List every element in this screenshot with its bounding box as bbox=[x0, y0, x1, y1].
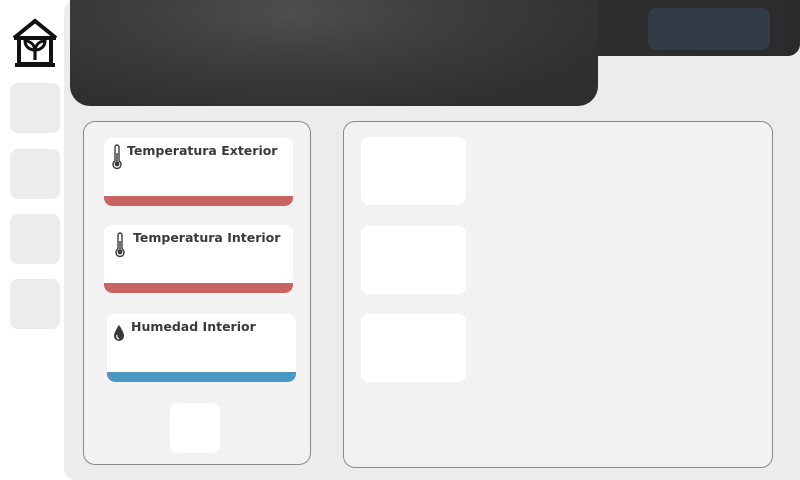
nav-button-4[interactable] bbox=[10, 279, 60, 329]
detail-tile-2[interactable] bbox=[361, 226, 466, 294]
nav-button-2[interactable] bbox=[10, 149, 60, 199]
greenhouse-plant-icon[interactable] bbox=[10, 18, 60, 70]
sensor-card-humedad-interior[interactable]: Humedad Interior bbox=[107, 314, 296, 382]
detail-tile-1[interactable] bbox=[361, 137, 466, 205]
header-action-button[interactable] bbox=[648, 8, 770, 50]
thermometer-icon bbox=[115, 232, 125, 258]
sensor-color-bar bbox=[104, 283, 293, 293]
nav-button-1[interactable] bbox=[10, 83, 60, 133]
sensor-title: Temperatura Interior bbox=[133, 230, 281, 245]
sensor-color-bar bbox=[104, 196, 293, 206]
thermometer-icon bbox=[112, 144, 122, 170]
sensor-title: Humedad Interior bbox=[131, 319, 256, 334]
nav-button-3[interactable] bbox=[10, 214, 60, 264]
add-sensor-button[interactable] bbox=[170, 403, 220, 453]
droplet-icon bbox=[114, 325, 124, 341]
sensor-color-bar bbox=[107, 372, 296, 382]
detail-tile-3[interactable] bbox=[361, 314, 466, 382]
header-banner bbox=[70, 0, 598, 106]
sensor-card-temperatura-exterior[interactable]: Temperatura Exterior bbox=[104, 138, 293, 206]
sensor-title: Temperatura Exterior bbox=[127, 143, 278, 158]
sensor-card-temperatura-interior[interactable]: Temperatura Interior bbox=[104, 225, 293, 293]
sidebar bbox=[0, 0, 70, 480]
